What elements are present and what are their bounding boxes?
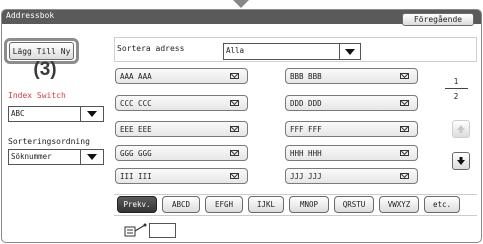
index-switch-select[interactable]: ABC	[8, 106, 104, 122]
entry-name: DDD DDD	[290, 99, 322, 108]
address-entry[interactable]: AAA AAA	[115, 68, 248, 84]
page-up-button[interactable]	[452, 120, 470, 138]
email-icon	[400, 150, 409, 156]
email-icon	[230, 126, 239, 132]
top-notch-icon	[231, 0, 251, 8]
callout-number: (3)	[33, 59, 57, 80]
add-new-button[interactable]: Lägg Till Ny	[9, 42, 74, 60]
sort-order-select[interactable]: Söknummer	[8, 149, 104, 165]
sort-address-label: Sortera adress	[117, 44, 185, 53]
entry-name: EEE EEE	[120, 125, 152, 134]
tab-etc[interactable]: etc.	[424, 196, 460, 213]
index-switch-label: Index Switch	[8, 91, 66, 100]
email-icon	[400, 73, 409, 79]
address-entry[interactable]: HHH HHH	[285, 145, 418, 161]
tab-mnop[interactable]: MNOP	[289, 196, 329, 213]
tab-ijkl[interactable]: IJKL	[248, 196, 284, 213]
window-title: Addressbok	[6, 11, 55, 20]
address-entry[interactable]: BBB BBB	[285, 68, 418, 84]
email-icon	[400, 173, 409, 179]
entry-name: JJJ JJJ	[290, 172, 322, 181]
arrow-down-icon	[457, 157, 465, 165]
email-icon	[230, 100, 239, 106]
chevron-down-icon[interactable]	[339, 44, 360, 59]
page-down-button[interactable]	[452, 152, 470, 170]
tab-frequent[interactable]: Prekv.	[117, 196, 157, 213]
email-icon	[400, 126, 409, 132]
page-divider	[445, 88, 468, 89]
email-icon	[230, 73, 239, 79]
entry-name: AAA AAA	[120, 72, 152, 81]
current-page: 1	[453, 77, 459, 86]
address-entry[interactable]: EEE EEE	[115, 121, 248, 137]
tab-efgh[interactable]: EFGH	[205, 196, 243, 213]
entry-name: III III	[120, 172, 152, 181]
search-input[interactable]	[149, 223, 176, 238]
entry-name: FFF FFF	[290, 125, 322, 134]
email-icon	[230, 173, 239, 179]
address-entry[interactable]: FFF FFF	[285, 121, 418, 137]
sort-order-label: Sorteringsordning	[8, 137, 90, 146]
address-entry[interactable]: CCC CCC	[115, 95, 248, 111]
tab-vwxyz[interactable]: VWXYZ	[379, 196, 419, 213]
entry-name: CCC CCC	[120, 99, 152, 108]
address-entry[interactable]: III III	[115, 168, 248, 184]
arrow-up-icon	[457, 125, 465, 133]
address-entry[interactable]: GGG GGG	[115, 145, 248, 161]
entry-name: HHH HHH	[290, 149, 322, 158]
email-icon	[400, 100, 409, 106]
tab-abcd[interactable]: ABCD	[162, 196, 200, 213]
entry-name: BBB BBB	[290, 72, 322, 81]
address-entry[interactable]: JJJ JJJ	[285, 168, 418, 184]
chevron-down-icon[interactable]	[80, 107, 103, 121]
entry-name: GGG GGG	[120, 149, 152, 158]
sort-address-select[interactable]: Alla	[223, 43, 361, 60]
total-pages: 2	[453, 92, 459, 101]
index-switch-value: ABC	[11, 109, 25, 118]
email-icon	[230, 150, 239, 156]
tab-qrstu[interactable]: QRSTU	[334, 196, 374, 213]
sort-address-value: Alla	[226, 46, 245, 55]
back-button[interactable]: Föregående	[402, 13, 474, 26]
address-entry[interactable]: DDD DDD	[285, 95, 418, 111]
chevron-down-icon[interactable]	[80, 150, 103, 164]
sort-order-value: Söknummer	[11, 152, 52, 161]
